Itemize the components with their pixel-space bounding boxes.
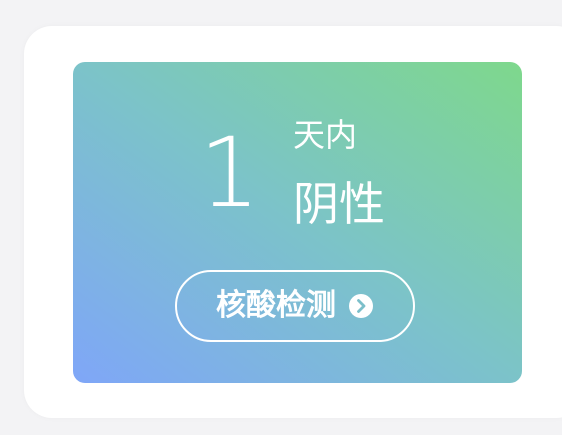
days-number: 1 xyxy=(199,117,261,229)
test-button-label: 核酸检测 xyxy=(216,288,336,323)
nucleic-acid-test-button[interactable]: 核酸检测 xyxy=(175,270,415,342)
days-unit-label: 天内 xyxy=(293,116,358,154)
chevron-right-circle-icon xyxy=(349,294,373,318)
test-result-text: 阴性 xyxy=(293,177,385,231)
